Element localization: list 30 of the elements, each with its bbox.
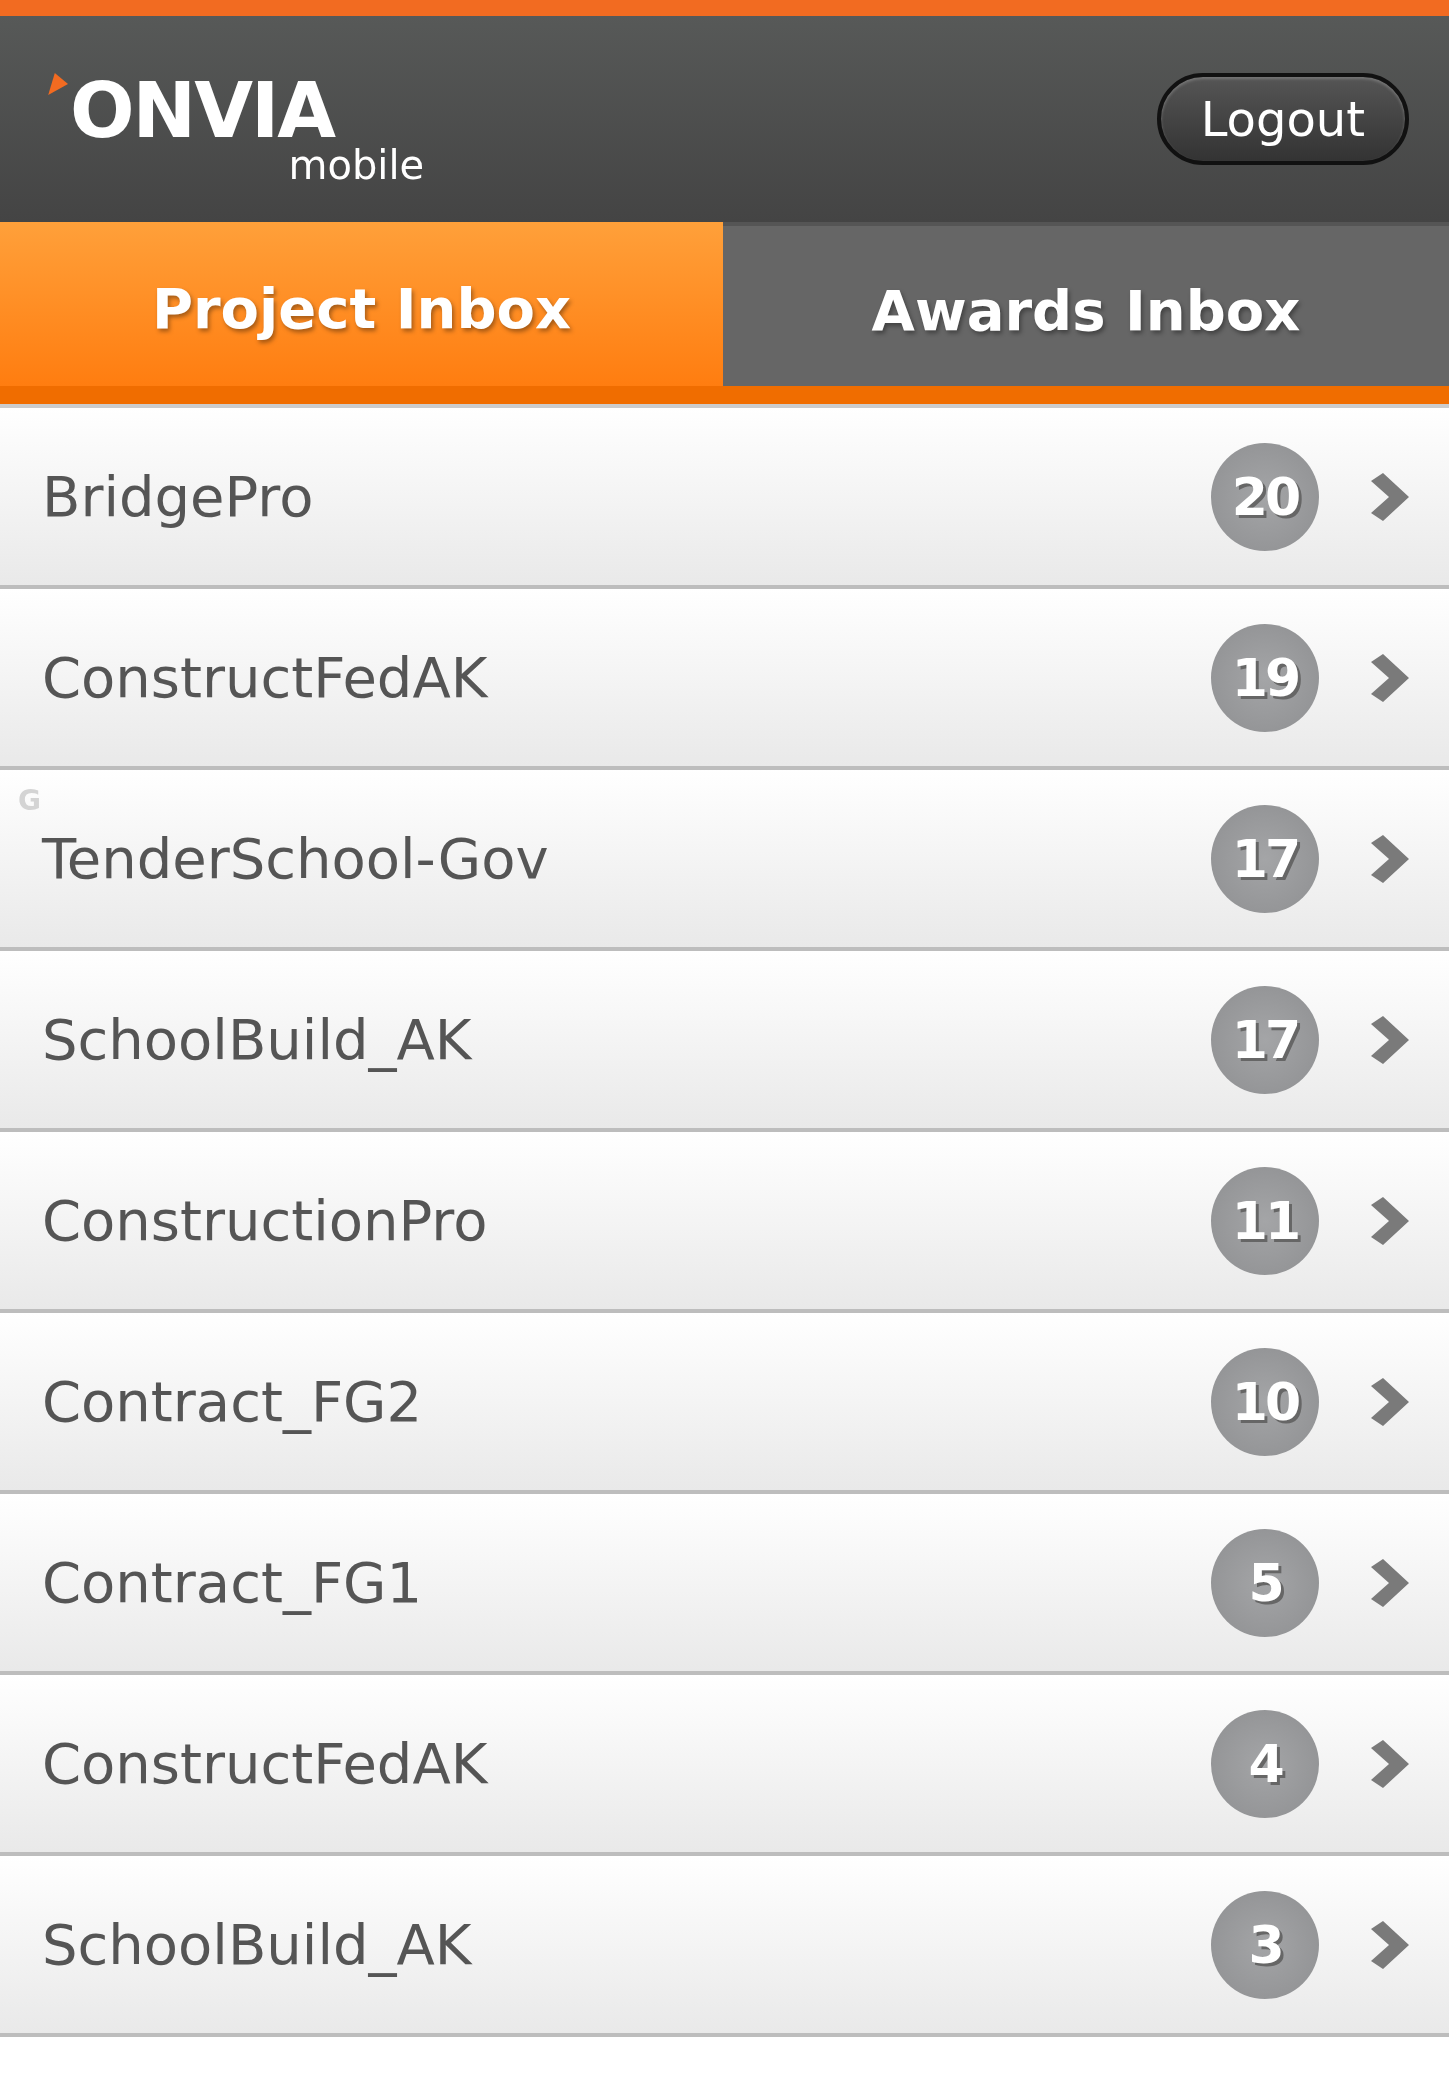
logout-button[interactable]: Logout: [1156, 73, 1409, 165]
chevron-icon: [1369, 653, 1409, 702]
item-name: ConstructionPro: [42, 1188, 489, 1253]
count-badge: 19: [1211, 623, 1319, 732]
count-badge: 4: [1211, 1709, 1319, 1818]
count-badge: 3: [1211, 1890, 1319, 1999]
chevron-icon: [1369, 1196, 1409, 1245]
item-name: SchoolBuild_AK: [42, 1007, 473, 1072]
tab[interactable]: Awards Inbox: [723, 222, 1449, 386]
chevron-icon: [1369, 472, 1409, 521]
chevron-icon: [1369, 1739, 1409, 1788]
wedge-icon: [46, 73, 68, 95]
chevron-icon: [1369, 1920, 1409, 1969]
item-name: Contract_FG2: [42, 1369, 424, 1434]
chevron-icon: [1369, 1377, 1409, 1426]
count-badge: 5: [1211, 1528, 1319, 1637]
chevron-icon: [1369, 834, 1409, 883]
count-badge: 17: [1211, 985, 1319, 1094]
chevron-icon: [1369, 1015, 1409, 1064]
item-name: ConstructFedAK: [42, 1731, 489, 1796]
count-badge: 11: [1211, 1166, 1319, 1275]
count-badge: 20: [1211, 442, 1319, 551]
item-name: BridgePro: [42, 464, 315, 529]
item-name: SchoolBuild_AK: [42, 1912, 473, 1977]
chevron-icon: [1369, 1558, 1409, 1607]
item-name: TenderSchool-Gov: [42, 826, 550, 891]
count-badge: 17: [1211, 804, 1319, 913]
count-badge: 10: [1211, 1347, 1319, 1456]
item-name: Contract_FG1: [42, 1550, 424, 1615]
item-name: ConstructFedAK: [42, 645, 489, 710]
